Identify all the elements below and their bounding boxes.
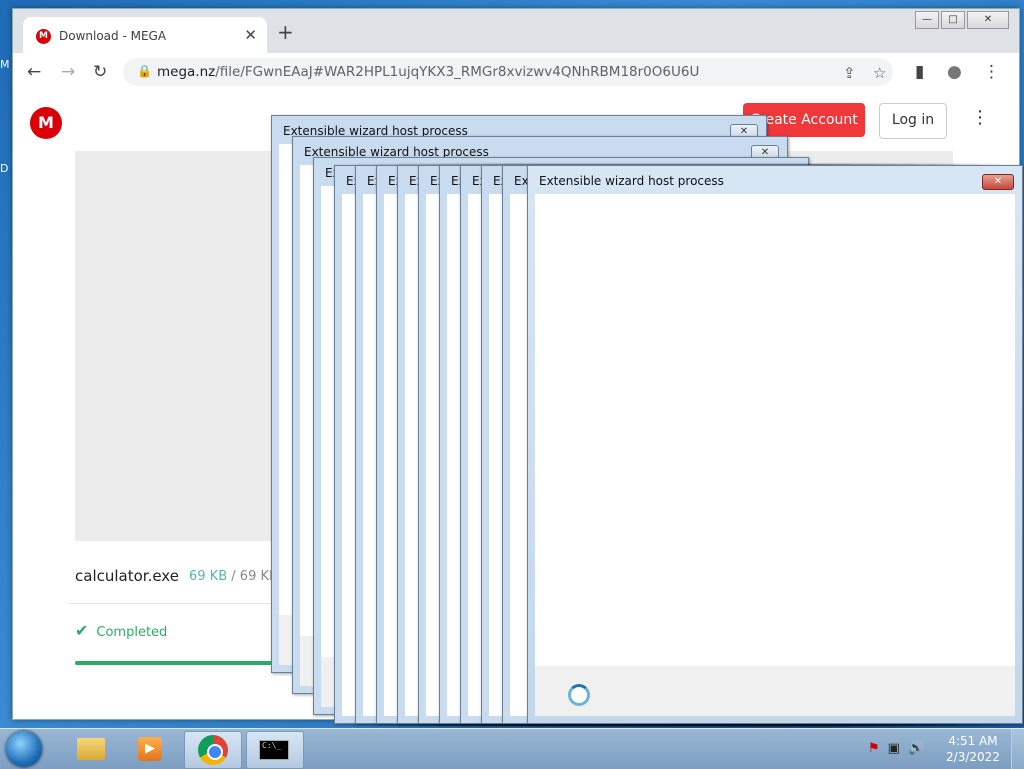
checkmark-icon: ✔ — [75, 621, 89, 640]
profile-avatar-icon[interactable]: ● — [947, 63, 962, 81]
mega-logo[interactable]: M — [30, 107, 62, 139]
login-button[interactable]: Log in — [879, 103, 947, 139]
taskbar-cmd[interactable]: C:\_ — [246, 731, 304, 769]
url-host: mega.nz — [157, 64, 216, 80]
taskbar-chrome[interactable] — [184, 731, 242, 769]
side-panel-icon[interactable]: ▮ — [915, 63, 924, 81]
address-bar[interactable]: 🔒 mega.nz/file/FGwnEAaJ#WAR2HPL1ujqYKX3_… — [123, 58, 893, 86]
system-tray: ⚑ ▣ 🔊 — [868, 741, 924, 756]
tab-close-icon[interactable]: ✕ — [244, 26, 257, 44]
url-path: /file/FGwnEAaJ#WAR2HPL1ujqYKX3_RMGr8xviz… — [215, 64, 700, 80]
bookmark-star-icon[interactable]: ☆ — [873, 64, 886, 82]
lock-icon[interactable]: 🔒 — [137, 64, 152, 78]
desktop-edge-text: D — [0, 162, 9, 175]
command-prompt-icon: C:\_ — [259, 740, 289, 760]
back-icon[interactable]: ← — [27, 63, 41, 81]
new-tab-button[interactable]: + — [277, 22, 294, 42]
clock[interactable]: 4:51 AM 2/3/2022 — [940, 733, 1006, 765]
file-name: calculator.exe — [75, 567, 179, 585]
taskbar-media-player[interactable]: ▶ — [122, 731, 178, 767]
clock-date: 2/3/2022 — [946, 750, 1000, 764]
download-status: ✔ Completed — [75, 621, 167, 640]
tab-title: Download - MEGA — [59, 29, 167, 43]
maximize-button[interactable]: □ — [941, 11, 965, 29]
file-size: 69 KB / 69 KB — [189, 569, 278, 584]
share-icon[interactable]: ⇪ — [843, 64, 856, 82]
desktop-edge-text: M — [0, 58, 10, 71]
tab-strip: M Download - MEGA ✕ + — □ ✕ — [13, 9, 1019, 53]
loading-spinner-icon — [568, 684, 590, 706]
size-separator: / — [231, 569, 236, 584]
wizard-window-active[interactable]: Extensible wizard host process ✕ — [527, 165, 1023, 724]
size-downloaded: 69 KB — [189, 569, 228, 584]
status-text: Completed — [96, 625, 168, 640]
browser-toolbar: ← → ↻ 🔒 mega.nz/file/FGwnEAaJ#WAR2HPL1uj… — [13, 53, 1019, 91]
url-text[interactable]: mega.nz/file/FGwnEAaJ#WAR2HPL1ujqYKX3_RM… — [157, 64, 699, 80]
start-button[interactable] — [6, 731, 42, 767]
window-controls: — □ ✕ — [915, 11, 1009, 29]
taskbar-explorer[interactable] — [62, 731, 118, 767]
action-center-flag-icon[interactable]: ⚑ — [868, 741, 880, 756]
wizard-footer — [535, 666, 1015, 716]
wizard-title: Extensible wizard host process — [539, 174, 724, 188]
wizard-body — [535, 194, 1015, 716]
browser-tab[interactable]: M Download - MEGA ✕ — [23, 17, 267, 53]
minimize-button[interactable]: — — [915, 11, 939, 29]
reload-icon[interactable]: ↻ — [93, 63, 107, 81]
network-icon[interactable]: ▣ — [888, 741, 900, 756]
taskbar: ▶ C:\_ ⚑ ▣ 🔊 4:51 AM 2/3/2022 — [0, 728, 1024, 769]
wizard-close-button[interactable]: ✕ — [982, 174, 1014, 190]
more-options-icon[interactable]: ⋮ — [971, 109, 989, 127]
close-window-button[interactable]: ✕ — [967, 11, 1009, 29]
forward-icon[interactable]: → — [61, 63, 75, 81]
volume-icon[interactable]: 🔊 — [908, 741, 924, 756]
mega-favicon-icon: M — [36, 29, 51, 44]
browser-menu-icon[interactable]: ⋮ — [983, 63, 1000, 81]
chrome-icon — [198, 735, 228, 765]
show-desktop-button[interactable] — [1011, 729, 1024, 769]
folder-icon — [77, 738, 105, 760]
clock-time: 4:51 AM — [948, 734, 998, 748]
media-player-icon: ▶ — [138, 737, 162, 761]
